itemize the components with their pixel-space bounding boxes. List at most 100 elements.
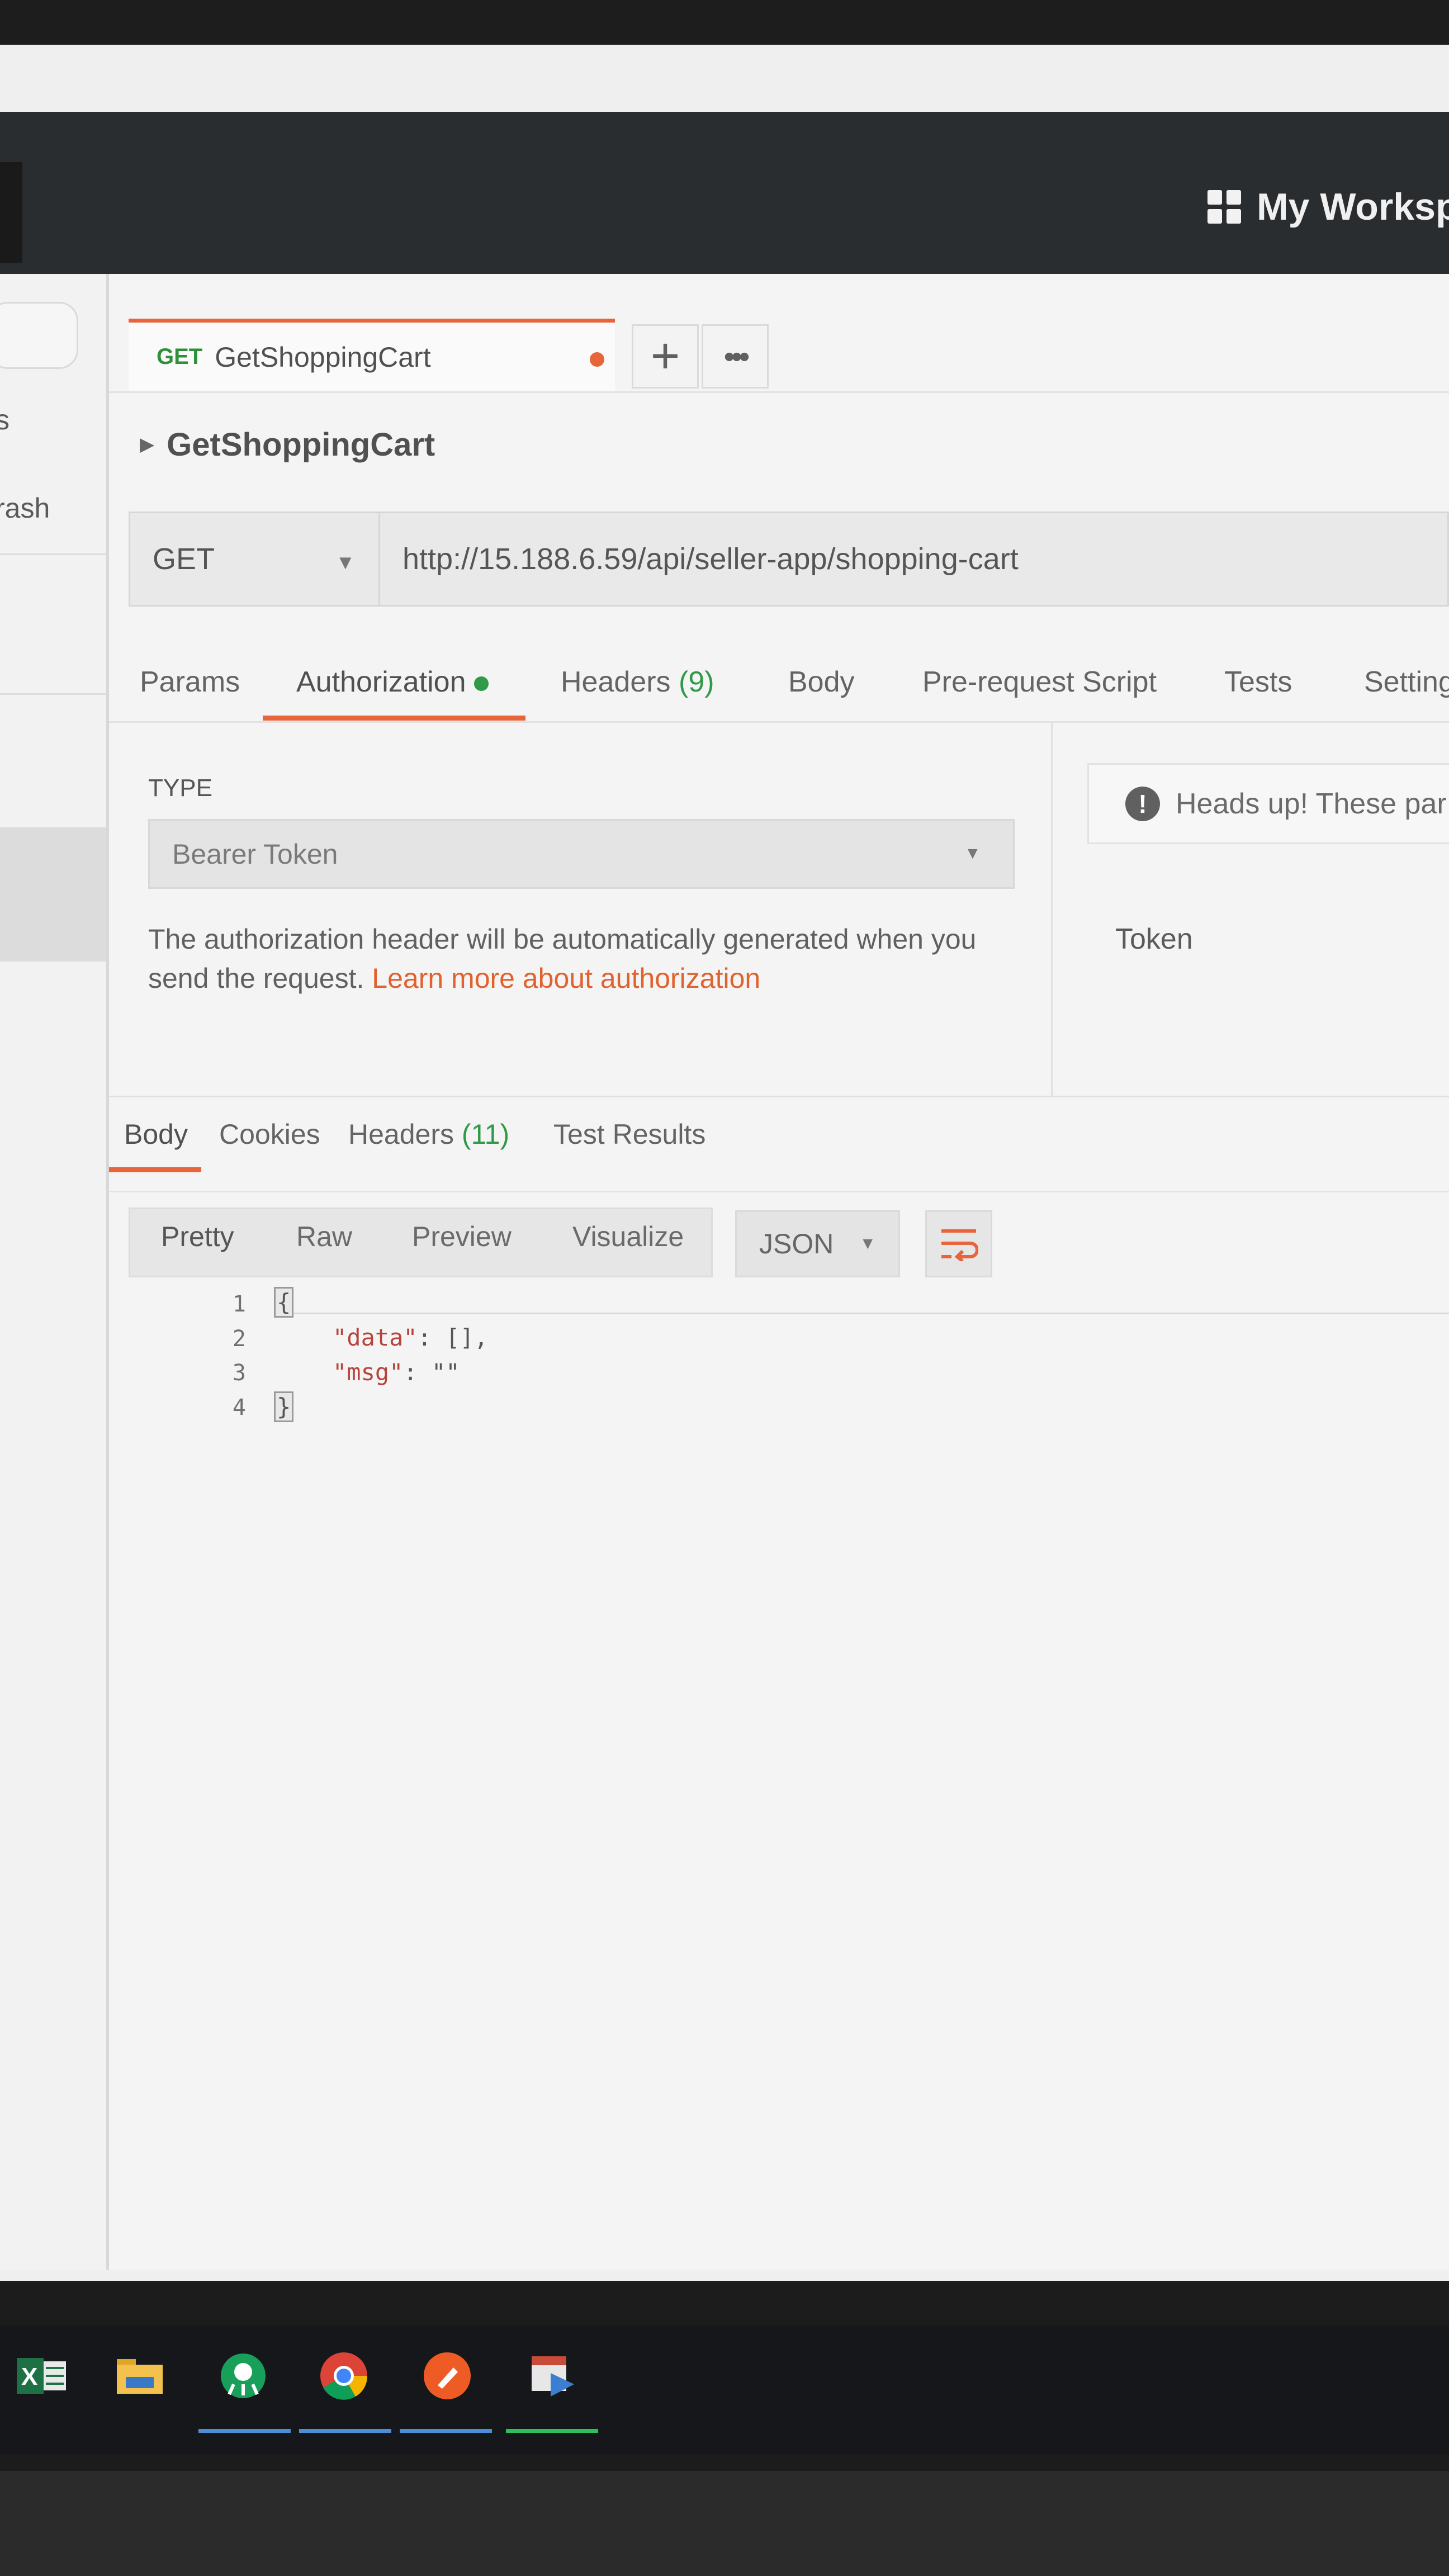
svg-text:X: X	[21, 2363, 37, 2390]
chevron-down-icon: ▼	[335, 551, 356, 574]
line-number: 1	[232, 1291, 246, 1317]
tab-label: Pre-request Script	[922, 666, 1157, 698]
sidebar	[0, 274, 109, 2270]
os-taskbar	[0, 2326, 1449, 2454]
language-select[interactable]: JSON ▼	[735, 1210, 900, 1277]
heads-up-text: Heads up! These par	[1176, 787, 1447, 820]
taskbar-active-indicator	[506, 2429, 598, 2433]
line-number: 4	[232, 1395, 246, 1420]
response-tab-cookies[interactable]: Cookies	[219, 1118, 320, 1150]
auth-type-select[interactable]: Bearer Token	[148, 819, 1015, 889]
tab-authorization[interactable]: Authorization	[296, 665, 489, 699]
response-tabs-divider	[109, 1191, 1449, 1192]
chrome-icon[interactable]	[319, 2351, 369, 2401]
wrap-text-icon	[941, 1229, 978, 1261]
gitkraken-icon[interactable]	[218, 2351, 268, 2401]
tab-more-button[interactable]: •••	[702, 324, 769, 389]
wrap-lines-button[interactable]	[925, 1210, 992, 1277]
breadcrumb: ▶ GetShoppingCart	[140, 419, 435, 470]
url-value: http://15.188.6.59/api/seller-app/shoppi…	[402, 542, 1019, 576]
tabstrip-divider	[109, 391, 1449, 393]
line-number: 2	[232, 1326, 246, 1352]
json-key: "msg"	[333, 1358, 404, 1386]
excel-icon[interactable]: X	[17, 2351, 67, 2401]
taskbar-active-indicator	[299, 2429, 391, 2433]
tab-label: Setting	[1364, 666, 1449, 698]
response-tab-headers[interactable]: Headers (11)	[348, 1118, 509, 1150]
workspace-label: My Worksp	[1257, 186, 1449, 228]
json-value: : [],	[417, 1324, 489, 1351]
request-title[interactable]: GetShoppingCart	[167, 426, 435, 463]
tab-label: Headers	[348, 1119, 454, 1150]
calendar-app-icon[interactable]	[528, 2351, 579, 2401]
code-line[interactable]: {	[274, 1287, 294, 1318]
format-raw-button[interactable]: Raw	[296, 1220, 352, 1253]
chrome-glyph	[320, 2352, 368, 2400]
tab-count: (11)	[461, 1119, 510, 1150]
sidebar-selected-item[interactable]	[0, 827, 106, 962]
tab-label: Authorization	[296, 666, 466, 698]
info-icon: !	[1125, 786, 1160, 821]
token-label: Token	[1115, 923, 1193, 955]
json-brace: }	[274, 1391, 294, 1422]
learn-more-link[interactable]: Learn more about authorization	[372, 963, 760, 994]
heads-up-notice: ! Heads up! These par	[1087, 763, 1449, 844]
chevron-down-icon: ▼	[859, 1234, 877, 1253]
auth-panel-bottom-divider	[109, 1096, 1449, 1097]
chevron-down-icon: ▼	[964, 844, 981, 863]
tab-headers[interactable]: Headers (9)	[561, 665, 714, 699]
url-input[interactable]: http://15.188.6.59/api/seller-app/shoppi…	[380, 512, 1449, 607]
active-tab-indicator	[109, 1167, 201, 1172]
tab-pre-request-script[interactable]: Pre-request Script	[922, 665, 1157, 699]
status-dot-icon	[473, 676, 489, 692]
response-tab-body[interactable]: Body	[124, 1118, 188, 1150]
excel-glyph: X	[17, 2358, 66, 2394]
request-tab-active[interactable]: GET GetShoppingCart	[129, 319, 615, 391]
tab-settings[interactable]: Setting	[1364, 665, 1449, 699]
calendar-glyph	[532, 2356, 574, 2397]
postman-glyph	[424, 2352, 471, 2399]
code-line[interactable]: "data": [],	[333, 1324, 488, 1351]
tab-label: Body	[788, 666, 855, 698]
caret-right-icon[interactable]: ▶	[140, 433, 154, 456]
tab-label: Tests	[1224, 666, 1292, 698]
tab-method-badge: GET	[157, 344, 203, 369]
sidebar-search-input[interactable]	[0, 302, 78, 369]
tab-label: Params	[140, 666, 240, 698]
json-key: "data"	[333, 1324, 418, 1351]
taskbar-active-indicator	[400, 2429, 492, 2433]
workspaces-grid-icon	[1208, 190, 1241, 224]
code-editor-border	[274, 1313, 1449, 1314]
file-explorer-icon[interactable]	[115, 2351, 165, 2401]
sidebar-divider	[0, 553, 106, 555]
sidebar-item-partial[interactable]: s	[0, 404, 10, 436]
json-brace: {	[274, 1287, 294, 1318]
monitor-bezel-bottom	[0, 2471, 1449, 2576]
tab-label: Test Results	[553, 1119, 706, 1150]
tab-label: Headers	[561, 666, 671, 698]
tab-label: Body	[124, 1119, 188, 1150]
code-line[interactable]: "msg": ""	[333, 1358, 460, 1386]
workspace-switcher[interactable]: My Worksp	[1208, 176, 1449, 238]
sidebar-item-trash[interactable]: rash	[0, 492, 50, 524]
tab-body[interactable]: Body	[788, 665, 855, 699]
format-preview-button[interactable]: Preview	[412, 1220, 512, 1253]
new-tab-button[interactable]: +	[632, 324, 699, 389]
json-value: : ""	[403, 1358, 460, 1386]
language-value: JSON	[759, 1228, 834, 1259]
tab-params[interactable]: Params	[140, 665, 240, 699]
postman-icon[interactable]	[422, 2351, 472, 2401]
line-number: 3	[232, 1360, 246, 1386]
auth-panel-divider	[1051, 723, 1053, 1097]
response-tab-test-results[interactable]: Test Results	[553, 1118, 705, 1150]
tab-tests[interactable]: Tests	[1224, 665, 1292, 699]
format-visualize-button[interactable]: Visualize	[572, 1220, 684, 1253]
active-tab-indicator	[263, 716, 525, 721]
code-line[interactable]: }	[274, 1391, 294, 1422]
unsaved-dot-icon	[590, 352, 604, 367]
auth-type-value: Bearer Token	[172, 838, 338, 870]
folder-glyph	[117, 2359, 163, 2394]
format-pretty-button[interactable]: Pretty	[161, 1220, 234, 1253]
kraken-glyph	[221, 2354, 266, 2398]
auth-description: The authorization header will be automat…	[148, 920, 1020, 998]
